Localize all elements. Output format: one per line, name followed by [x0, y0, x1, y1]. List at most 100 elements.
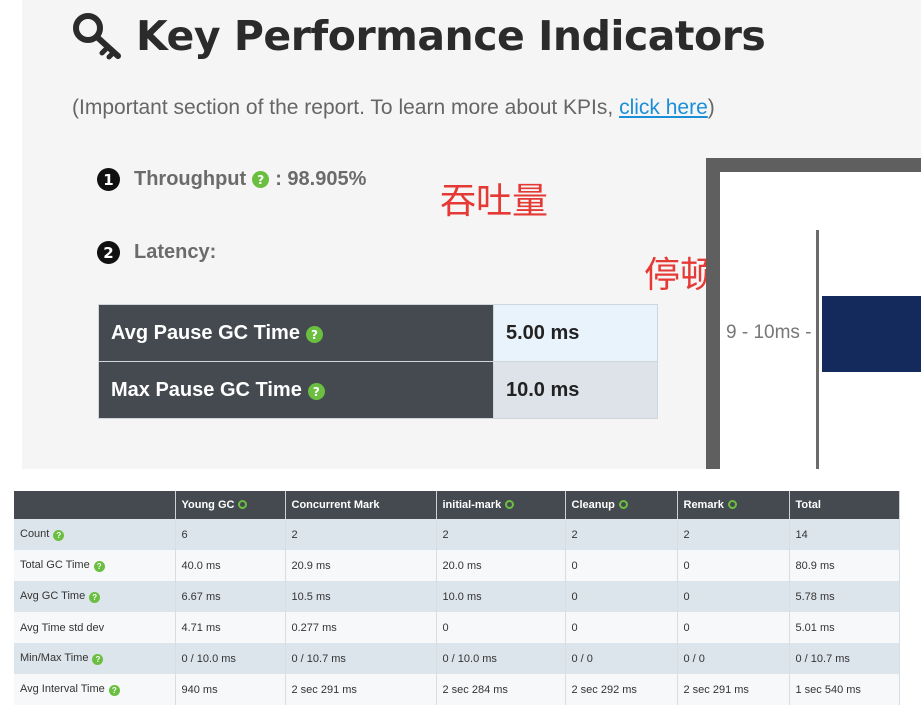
table-row: Total GC Time? 40.0 ms 20.9 ms 20.0 ms 0 0 80.… [14, 550, 900, 581]
table-cell: 0 [565, 581, 678, 612]
circle-outline-icon[interactable] [238, 500, 248, 509]
max-pause-label-cell: Max Pause GC Time? [98, 361, 494, 419]
row-label: Min/Max Time [20, 652, 89, 664]
circle-outline-icon[interactable] [505, 500, 515, 509]
table-cell: 80.9 ms [789, 550, 900, 581]
table-cell: 0 [677, 581, 790, 612]
table-cell: 5.01 ms [789, 612, 900, 643]
table-cell: 0 [436, 612, 566, 643]
chart-y-axis [816, 230, 819, 469]
throughput-label: Throughput [134, 168, 247, 190]
avg-pause-value: 5.00 ms [493, 304, 658, 362]
table-cell: 2 sec 284 ms [436, 674, 566, 705]
number-two-badge: 2 [97, 241, 120, 264]
table-row: Count? 6 2 2 2 2 14 [14, 519, 900, 550]
table-cell: 14 [789, 519, 900, 550]
avg-pause-label-cell: Avg Pause GC Time? [98, 304, 494, 362]
table-cell: 0 / 10.0 ms [436, 643, 566, 674]
table-cell: 6 [175, 519, 286, 550]
throughput-kpi: 1 Throughput ? : 98.905% [97, 168, 366, 191]
question-circle-icon[interactable]: ? [89, 592, 101, 603]
table-cell: 0 / 10.7 ms [285, 643, 437, 674]
row-label: Avg Interval Time [20, 683, 105, 695]
gc-header-concurrent-mark-label: Concurrent Mark [291, 499, 380, 511]
gc-header-initial-mark-label: initial-mark [442, 499, 502, 511]
gc-header-total: Total [789, 491, 900, 519]
table-row: Avg Interval Time? 940 ms 2 sec 291 ms 2 se… [14, 674, 900, 705]
gc-header-cleanup[interactable]: Cleanup [565, 491, 678, 519]
avg-pause-row: Avg Pause GC Time? 5.00 ms [98, 304, 658, 362]
latency-kpi: 2 Latency: [97, 241, 216, 264]
chart-tick-label: 9 - 10ms - [726, 322, 812, 343]
table-cell: 0 / 10.7 ms [789, 643, 900, 674]
gc-header-concurrent-mark: Concurrent Mark [285, 491, 437, 519]
table-cell: 1 sec 540 ms [789, 674, 900, 705]
title-row: Key Performance Indicators [72, 12, 766, 60]
gc-table-body: Count? 6 2 2 2 2 14 Total GC Time? 40.0 ms 20.9 m… [14, 519, 900, 705]
max-pause-value: 10.0 ms [493, 361, 658, 419]
gc-header-young[interactable]: Young GC [175, 491, 286, 519]
table-cell: 10.5 ms [285, 581, 437, 612]
table-cell: 5.78 ms [789, 581, 900, 612]
row-label: Avg Time std dev [20, 621, 105, 634]
table-cell: 0 [565, 612, 678, 643]
row-label-cell: Min/Max Time? [14, 643, 176, 674]
table-cell: 940 ms [175, 674, 286, 705]
subtitle-suffix: ) [707, 96, 715, 119]
table-cell: 2 sec 291 ms [677, 674, 790, 705]
max-pause-row: Max Pause GC Time? 10.0 ms [98, 361, 658, 419]
question-circle-icon[interactable]: ? [307, 383, 325, 400]
table-cell: 0.277 ms [285, 612, 437, 643]
table-cell: 10.0 ms [436, 581, 566, 612]
latency-table: Avg Pause GC Time? 5.00 ms Max Pause GC … [98, 304, 658, 419]
circle-outline-icon[interactable] [618, 500, 628, 509]
chart-bar[interactable] [822, 296, 921, 372]
max-pause-label: Max Pause GC Time [111, 378, 302, 401]
question-circle-icon[interactable]: ? [305, 326, 323, 343]
row-label-cell: Total GC Time? [14, 550, 176, 581]
row-label: Avg GC Time [20, 590, 86, 602]
table-cell: 40.0 ms [175, 550, 286, 581]
table-cell: 2 sec 291 ms [285, 674, 437, 705]
pause-duration-chart: 9 - 10ms - [706, 158, 921, 469]
key-icon [73, 13, 121, 60]
table-cell: 20.0 ms [436, 550, 566, 581]
question-circle-icon[interactable]: ? [108, 685, 120, 696]
table-cell: 0 [677, 612, 790, 643]
row-label-cell: Avg Interval Time? [14, 674, 176, 705]
gc-header-remark[interactable]: Remark [677, 491, 790, 519]
circle-outline-icon[interactable] [727, 500, 737, 509]
throughput-annotation: 吞吐量 [440, 181, 549, 222]
table-cell: 0 / 0 [565, 643, 678, 674]
table-cell: 4.71 ms [175, 612, 286, 643]
table-cell: 0 [565, 550, 678, 581]
table-cell: 2 sec 292 ms [565, 674, 678, 705]
table-cell: 2 [436, 519, 566, 550]
row-label: Total GC Time [20, 559, 90, 571]
question-circle-icon[interactable]: ? [92, 654, 104, 665]
row-label-cell: Avg GC Time? [14, 581, 176, 612]
gc-header-initial-mark[interactable]: initial-mark [436, 491, 566, 519]
table-cell: 2 [565, 519, 678, 550]
table-cell: 0 / 0 [677, 643, 790, 674]
question-circle-icon[interactable]: ? [93, 561, 105, 572]
gc-header-cleanup-label: Cleanup [571, 499, 615, 511]
kpi-panel: Key Performance Indicators (Important se… [22, 0, 921, 469]
gc-header-remark-label: Remark [683, 499, 724, 511]
table-cell: 2 [285, 519, 437, 550]
gc-table-header: Young GC Concurrent Mark initial-mark Cl… [14, 491, 900, 519]
gc-statistics-table: Young GC Concurrent Mark initial-mark Cl… [14, 491, 900, 705]
avg-pause-label: Avg Pause GC Time [111, 321, 300, 344]
gc-header-young-label: Young GC [181, 499, 235, 511]
question-circle-icon[interactable]: ? [252, 171, 270, 188]
subtitle-prefix: (Important section of the report. To lea… [72, 96, 620, 119]
table-row: Avg Time std dev 4.71 ms 0.277 ms 0 0 0 5.01 m… [14, 612, 900, 643]
table-cell: 2 [677, 519, 790, 550]
table-cell: 6.67 ms [175, 581, 286, 612]
page-title: Key Performance Indicators [136, 12, 766, 60]
question-circle-icon[interactable]: ? [53, 530, 65, 541]
subtitle: (Important section of the report. To lea… [72, 96, 715, 120]
row-label: Count [20, 528, 50, 540]
table-cell: 0 / 10.0 ms [175, 643, 286, 674]
kpi-info-link[interactable]: click here [619, 96, 708, 119]
